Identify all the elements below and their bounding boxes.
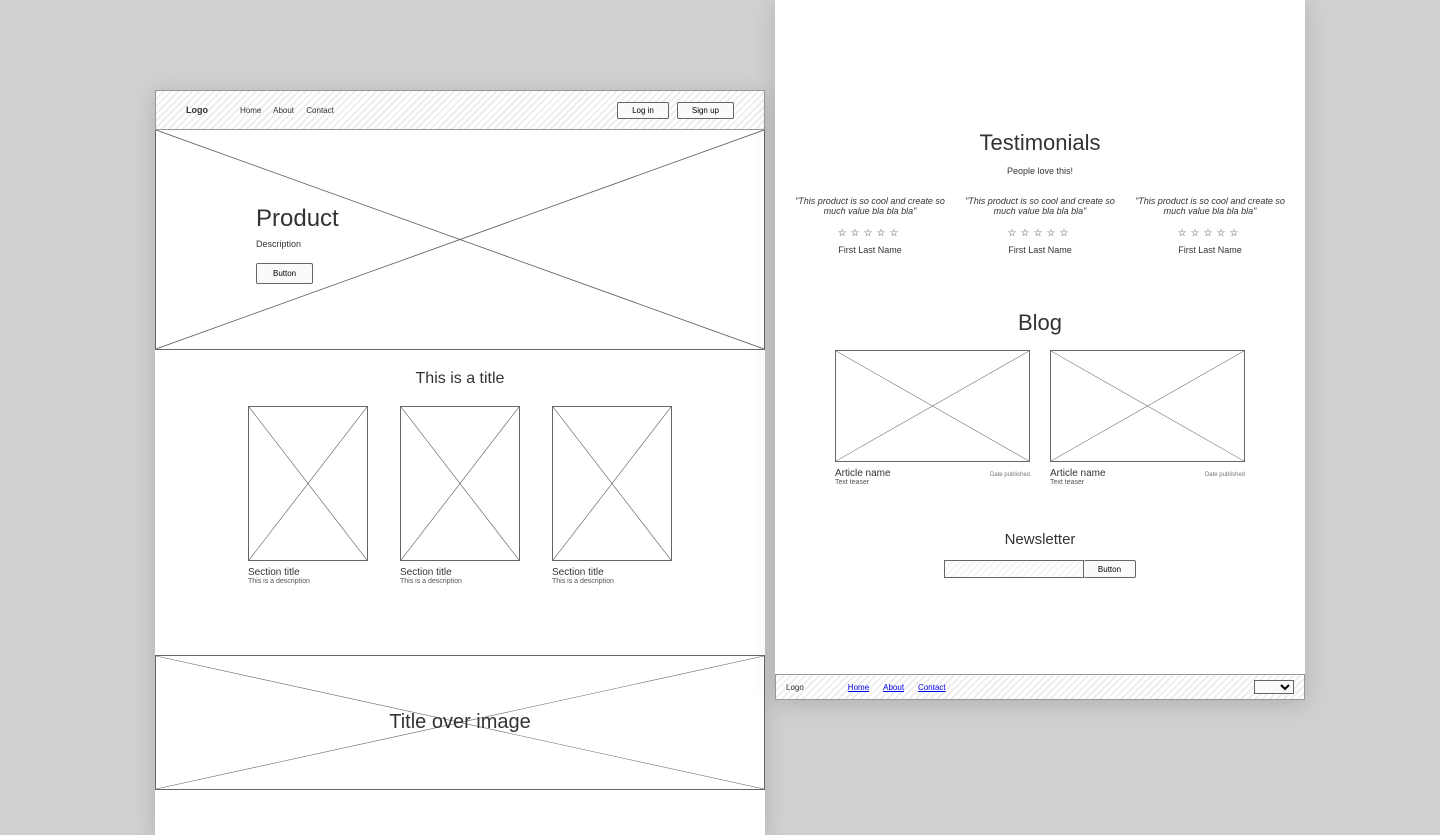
- blog-title: Blog: [775, 310, 1305, 336]
- feature-title: Section title: [248, 567, 368, 578]
- article-name: Article name: [835, 468, 891, 479]
- star-icon: ☆☆☆☆☆: [1135, 228, 1285, 239]
- testimonial-name: First Last Name: [795, 245, 945, 255]
- hero-desc: Description: [256, 239, 339, 249]
- feature-card: Section title This is a description: [552, 406, 672, 585]
- blog-row: Article name Date published Text teaser …: [775, 350, 1305, 486]
- blog-card[interactable]: Article name Date published Text teaser: [835, 350, 1030, 486]
- footer-select[interactable]: [1254, 680, 1294, 694]
- banner-title: Title over image: [389, 711, 531, 734]
- feature-desc: This is a description: [400, 578, 520, 585]
- header: Logo Home About Contact Log in Sign up: [155, 90, 765, 130]
- blog-card[interactable]: Article name Date published Text teaser: [1050, 350, 1245, 486]
- nav-about[interactable]: About: [273, 106, 294, 115]
- footer-nav-about[interactable]: About: [883, 683, 904, 692]
- hero-image-placeholder: [156, 130, 764, 349]
- article-date: Date published: [990, 472, 1030, 478]
- testimonial-item: "This product is so cool and create so m…: [795, 196, 945, 255]
- testimonial-quote: "This product is so cool and create so m…: [1135, 196, 1285, 216]
- banner-section: Title over image: [155, 655, 765, 790]
- newsletter-button[interactable]: Button: [1084, 560, 1136, 578]
- testimonials-title: Testimonials: [775, 130, 1305, 156]
- feature-title: Section title: [552, 567, 672, 578]
- footer: Logo Home About Contact: [775, 674, 1305, 700]
- hero-button[interactable]: Button: [256, 263, 313, 284]
- article-teaser: Text teaser: [1050, 479, 1245, 486]
- star-icon: ☆☆☆☆☆: [965, 228, 1115, 239]
- newsletter-input[interactable]: [944, 560, 1084, 578]
- blog-image-placeholder: [1050, 350, 1245, 462]
- testimonial-item: "This product is so cool and create so m…: [1135, 196, 1285, 255]
- testimonials-row: "This product is so cool and create so m…: [775, 196, 1305, 255]
- logo: Logo: [186, 105, 208, 115]
- feature-card: Section title This is a description: [248, 406, 368, 585]
- newsletter-title: Newsletter: [775, 531, 1305, 548]
- feature-image-placeholder: [400, 406, 520, 561]
- article-name: Article name: [1050, 468, 1106, 479]
- header-actions: Log in Sign up: [617, 102, 734, 119]
- feature-card: Section title This is a description: [400, 406, 520, 585]
- testimonials-section: Testimonials People love this! "This pro…: [775, 0, 1305, 255]
- testimonial-name: First Last Name: [1135, 245, 1285, 255]
- newsletter-section: Newsletter Button: [775, 531, 1305, 578]
- footer-nav-home[interactable]: Home: [848, 683, 869, 692]
- nav: Home About Contact: [240, 106, 344, 115]
- nav-contact[interactable]: Contact: [306, 106, 334, 115]
- wireframe-page-1: Logo Home About Contact Log in Sign up P…: [155, 90, 765, 835]
- feature-title: Section title: [400, 567, 520, 578]
- testimonials-sub: People love this!: [775, 166, 1305, 176]
- footer-nav-contact[interactable]: Contact: [918, 683, 946, 692]
- hero-content: Product Description Button: [256, 205, 339, 284]
- signup-button[interactable]: Sign up: [677, 102, 734, 119]
- wireframe-page-2: Testimonials People love this! "This pro…: [775, 0, 1305, 700]
- features-row: Section title This is a description Sect…: [155, 406, 765, 585]
- feature-image-placeholder: [248, 406, 368, 561]
- feature-desc: This is a description: [552, 578, 672, 585]
- testimonial-quote: "This product is so cool and create so m…: [965, 196, 1115, 216]
- testimonial-item: "This product is so cool and create so m…: [965, 196, 1115, 255]
- newsletter-form: Button: [775, 560, 1305, 578]
- blog-image-placeholder: [835, 350, 1030, 462]
- blog-section: Blog Article name Date published Text te…: [775, 310, 1305, 486]
- nav-home[interactable]: Home: [240, 106, 261, 115]
- hero: Product Description Button: [155, 130, 765, 350]
- testimonial-quote: "This product is so cool and create so m…: [795, 196, 945, 216]
- article-teaser: Text teaser: [835, 479, 1030, 486]
- article-date: Date published: [1205, 472, 1245, 478]
- hero-title: Product: [256, 205, 339, 233]
- feature-desc: This is a description: [248, 578, 368, 585]
- testimonial-name: First Last Name: [965, 245, 1115, 255]
- feature-image-placeholder: [552, 406, 672, 561]
- features-section: This is a title Section title This is a …: [155, 370, 765, 585]
- star-icon: ☆☆☆☆☆: [795, 228, 945, 239]
- features-title: This is a title: [155, 370, 765, 388]
- footer-logo: Logo: [786, 683, 804, 692]
- login-button[interactable]: Log in: [617, 102, 669, 119]
